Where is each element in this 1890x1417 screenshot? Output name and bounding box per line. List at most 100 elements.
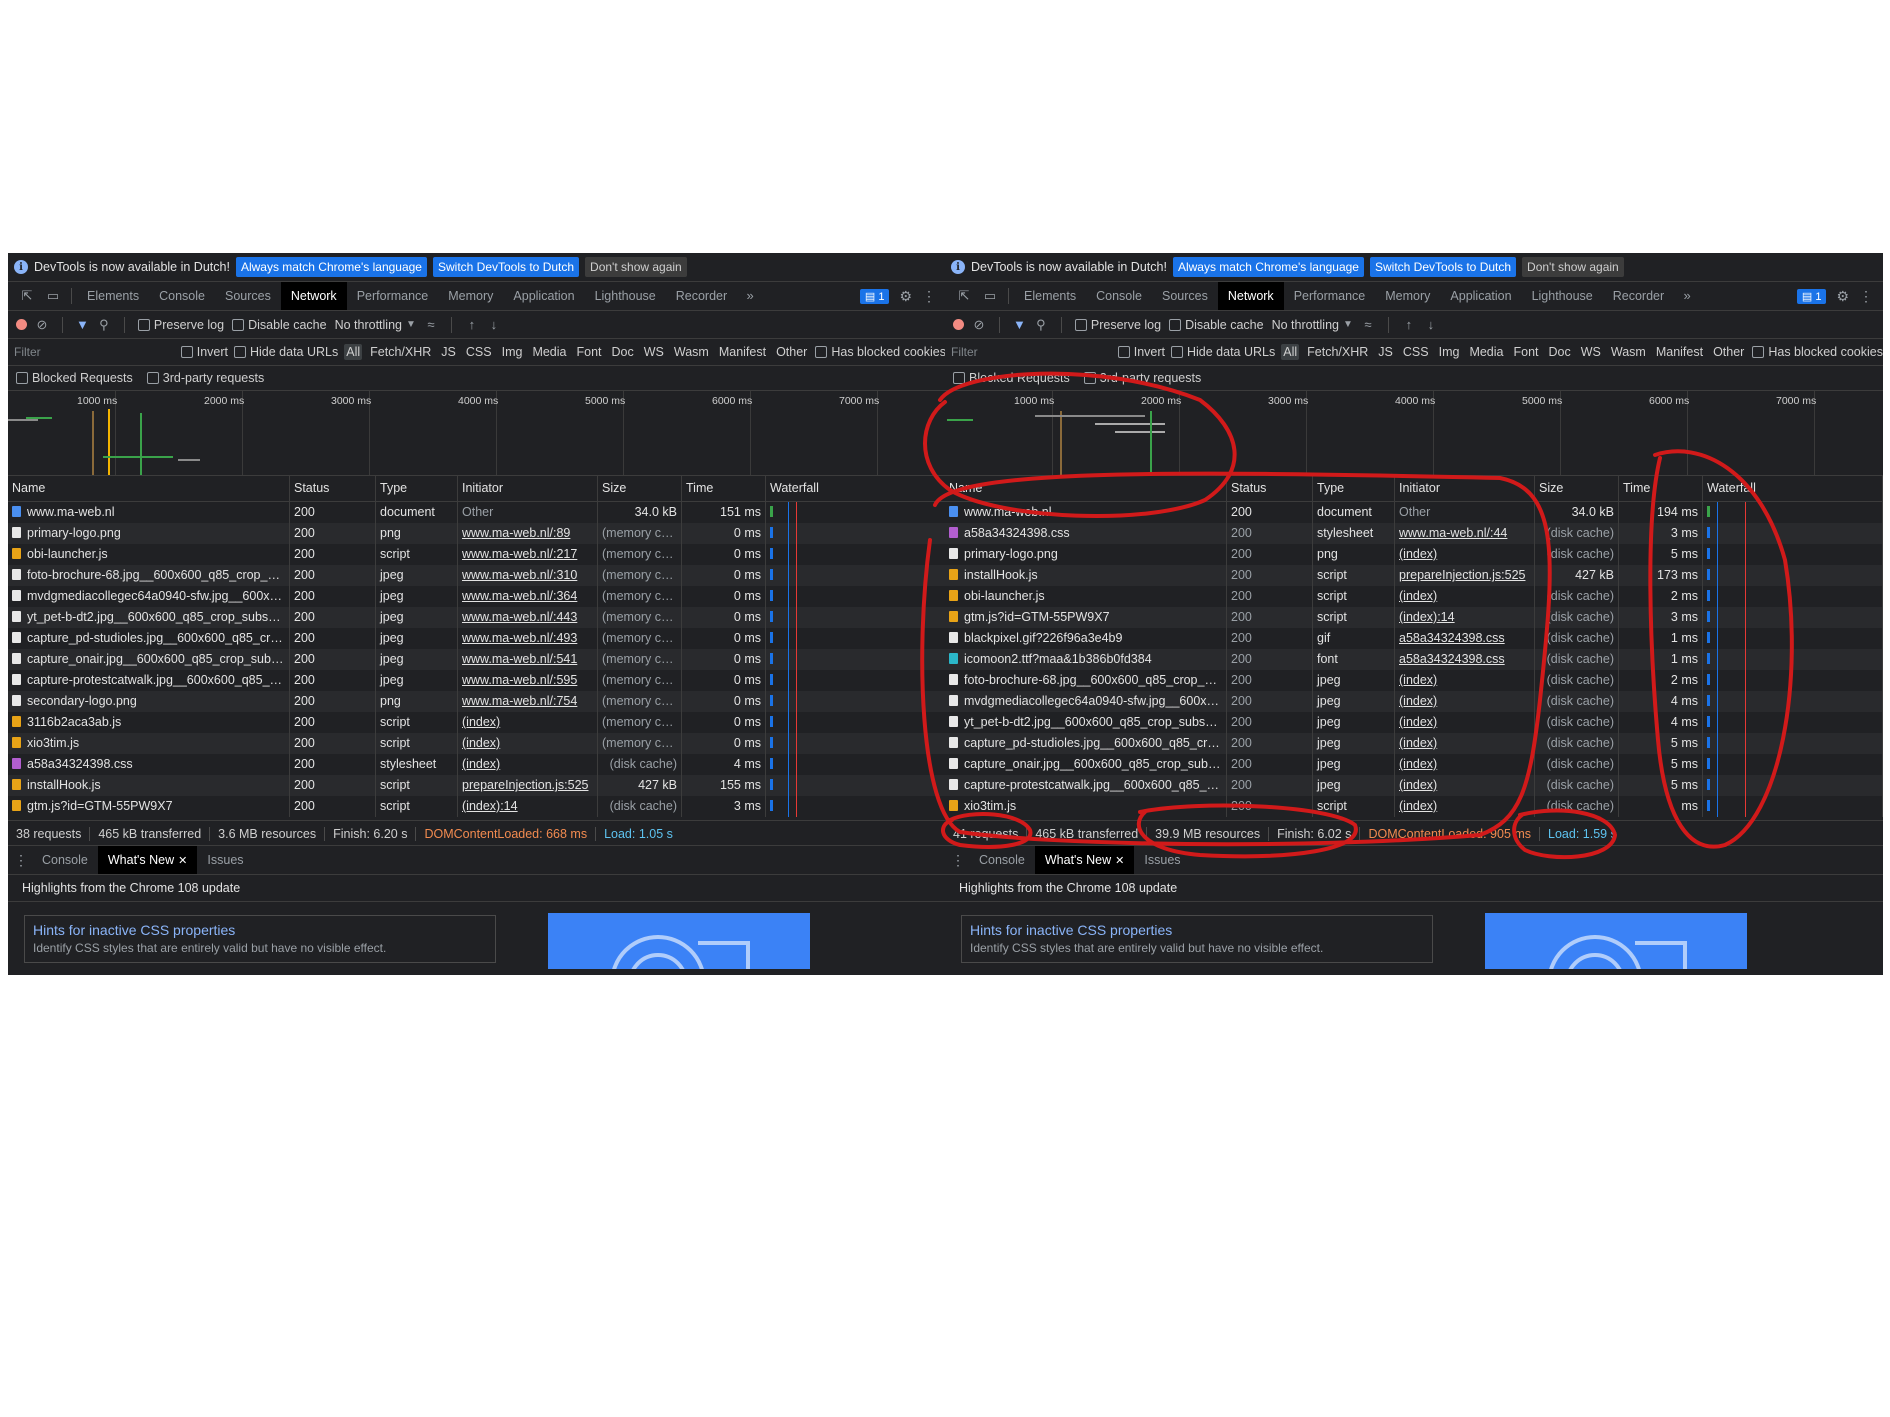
table-row[interactable]: mvdgmediacollegec64a0940-sfw.jpg__600x6.…: [945, 691, 1883, 712]
table-row[interactable]: foto-brochure-68.jpg__600x600_q85_crop_s…: [945, 670, 1883, 691]
blocked-requests-checkbox[interactable]: Blocked Requests: [16, 371, 133, 385]
table-row[interactable]: mvdgmediacollegec64a0940-sfw.jpg__600x6.…: [8, 586, 946, 607]
filter-input[interactable]: Filter: [949, 343, 1112, 361]
tab-sources[interactable]: Sources: [1152, 282, 1218, 310]
cell-initiator[interactable]: a58a34324398.css: [1395, 649, 1535, 670]
cell-initiator[interactable]: www.ma-web.nl/:364: [458, 586, 598, 607]
tab-recorder[interactable]: Recorder: [1603, 282, 1674, 310]
tab-performance[interactable]: Performance: [1284, 282, 1376, 310]
issues-badge[interactable]: ▤ 1: [859, 288, 890, 304]
column-header-time[interactable]: Time: [1619, 476, 1703, 501]
column-header-status[interactable]: Status: [290, 476, 376, 501]
column-header-name[interactable]: Name: [945, 476, 1227, 501]
cell-initiator[interactable]: (index): [1395, 712, 1535, 733]
initiator-link[interactable]: (index): [462, 715, 500, 729]
column-header-initiator[interactable]: Initiator: [1395, 476, 1535, 501]
table-row[interactable]: capture-protestcatwalk.jpg__600x600_q85_…: [8, 670, 946, 691]
close-icon[interactable]: ✕: [1115, 855, 1124, 867]
cell-initiator[interactable]: www.ma-web.nl/:217: [458, 544, 598, 565]
table-row[interactable]: 3116b2aca3ab.js 200 script (index) (memory c…: [8, 712, 946, 733]
type-filter-other[interactable]: Other: [1711, 344, 1746, 360]
table-row[interactable]: a58a34324398.css 200 stylesheet (index) (dis…: [8, 754, 946, 775]
initiator-link[interactable]: prepareInjection.js:525: [462, 778, 588, 792]
gear-icon[interactable]: ⚙: [1836, 288, 1849, 305]
initiator-link[interactable]: (index): [1399, 694, 1437, 708]
initiator-link[interactable]: www.ma-web.nl/:443: [462, 610, 577, 624]
table-row[interactable]: foto-brochure-68.jpg__600x600_q85_crop_s…: [8, 565, 946, 586]
record-icon[interactable]: [953, 319, 964, 330]
initiator-link[interactable]: www.ma-web.nl/:595: [462, 673, 577, 687]
cell-initiator[interactable]: (index):14: [1395, 607, 1535, 628]
initiator-link[interactable]: (index): [1399, 715, 1437, 729]
dont-show-again-button[interactable]: Don't show again: [1522, 257, 1624, 277]
export-har-icon[interactable]: ↓: [487, 317, 501, 332]
export-har-icon[interactable]: ↓: [1424, 317, 1438, 332]
type-filter-img[interactable]: Img: [1437, 344, 1462, 360]
disable-cache-checkbox[interactable]: Disable cache: [232, 318, 327, 332]
cell-initiator[interactable]: www.ma-web.nl/:443: [458, 607, 598, 628]
table-row[interactable]: capture_onair.jpg__600x600_q85_crop_subs…: [8, 649, 946, 670]
tab-memory[interactable]: Memory: [1375, 282, 1440, 310]
drawer-tab-what-s-new[interactable]: What's New ✕: [1034, 846, 1135, 874]
table-row[interactable]: yt_pet-b-dt2.jpg__600x600_q85_crop_subsa…: [8, 607, 946, 628]
drawer-tab-console[interactable]: Console: [32, 846, 98, 874]
third-party-checkbox[interactable]: 3rd-party requests: [146, 371, 264, 385]
table-row[interactable]: primary-logo.png 200 png (index) (disk cache…: [945, 544, 1883, 565]
cell-initiator[interactable]: (index): [1395, 586, 1535, 607]
always-match-language-button[interactable]: Always match Chrome's language: [235, 257, 427, 277]
initiator-link[interactable]: (index): [1399, 673, 1437, 687]
tab-lighthouse[interactable]: Lighthouse: [1522, 282, 1603, 310]
tab-application[interactable]: Application: [503, 282, 584, 310]
initiator-link[interactable]: www.ma-web.nl/:310: [462, 568, 577, 582]
tab-lighthouse[interactable]: Lighthouse: [585, 282, 666, 310]
more-tabs-icon[interactable]: »: [743, 289, 757, 303]
cell-initiator[interactable]: (index): [1395, 544, 1535, 565]
cell-initiator[interactable]: prepareInjection.js:525: [1395, 565, 1535, 586]
type-filter-css[interactable]: CSS: [1401, 344, 1431, 360]
cell-initiator[interactable]: (index):14: [458, 796, 598, 817]
drawer-tab-what-s-new[interactable]: What's New ✕: [97, 846, 198, 874]
type-filter-manifest[interactable]: Manifest: [1654, 344, 1705, 360]
close-icon[interactable]: ✕: [178, 855, 187, 867]
feature-card[interactable]: Hints for inactive CSS properties Identif…: [961, 915, 1433, 963]
hide-data-urls-checkbox[interactable]: Hide data URLs: [1171, 345, 1275, 359]
switch-to-dutch-button[interactable]: Switch DevTools to Dutch: [1369, 257, 1517, 277]
table-row[interactable]: installHook.js 200 script prepareInjection.…: [945, 565, 1883, 586]
type-filter-manifest[interactable]: Manifest: [717, 344, 768, 360]
always-match-language-button[interactable]: Always match Chrome's language: [1172, 257, 1364, 277]
tab-sources[interactable]: Sources: [215, 282, 281, 310]
table-row[interactable]: obi-launcher.js 200 script (index) (disk cac…: [945, 586, 1883, 607]
table-row[interactable]: capture-protestcatwalk.jpg__600x600_q85_…: [945, 775, 1883, 796]
search-icon[interactable]: ⚲: [97, 317, 111, 333]
gear-icon[interactable]: ⚙: [899, 288, 912, 305]
table-row[interactable]: www.ma-web.nl 200 document Other 34.0 kB 151 …: [8, 502, 946, 523]
blocked-requests-checkbox[interactable]: Blocked Requests: [953, 371, 1070, 385]
type-filter-js[interactable]: JS: [1376, 344, 1395, 360]
network-overview[interactable]: 1000 ms 2000 ms 3000 ms 4000 ms 5000 ms 6000 …: [8, 391, 946, 476]
clear-icon[interactable]: ⊘: [972, 317, 986, 333]
type-filter-js[interactable]: JS: [439, 344, 458, 360]
initiator-link[interactable]: www.ma-web.nl/:754: [462, 694, 577, 708]
import-har-icon[interactable]: ↑: [1402, 317, 1416, 332]
cell-initiator[interactable]: (index): [458, 733, 598, 754]
throttling-select[interactable]: No throttling ▼: [1272, 318, 1353, 332]
cell-initiator[interactable]: (index): [1395, 733, 1535, 754]
cell-initiator[interactable]: (index): [458, 754, 598, 775]
type-filter-wasm[interactable]: Wasm: [1609, 344, 1648, 360]
table-row[interactable]: obi-launcher.js 200 script www.ma-web.nl/:2…: [8, 544, 946, 565]
cell-initiator[interactable]: www.ma-web.nl/:754: [458, 691, 598, 712]
type-filter-fetchxhr[interactable]: Fetch/XHR: [1305, 344, 1370, 360]
table-row[interactable]: xio3tim.js 200 script (index) (disk cache) ms: [945, 796, 1883, 817]
cell-initiator[interactable]: prepareInjection.js:525: [458, 775, 598, 796]
initiator-link[interactable]: www.ma-web.nl/:217: [462, 547, 577, 561]
cell-initiator[interactable]: www.ma-web.nl/:541: [458, 649, 598, 670]
kebab-menu-icon[interactable]: ⋮: [922, 288, 936, 305]
inspect-element-icon[interactable]: ⇱: [957, 289, 971, 303]
tab-elements[interactable]: Elements: [1014, 282, 1086, 310]
type-filter-doc[interactable]: Doc: [1547, 344, 1573, 360]
initiator-link[interactable]: a58a34324398.css: [1399, 652, 1505, 666]
feature-card[interactable]: Hints for inactive CSS properties Identif…: [24, 915, 496, 963]
type-filter-font[interactable]: Font: [1511, 344, 1540, 360]
cell-initiator[interactable]: www.ma-web.nl/:595: [458, 670, 598, 691]
card-title[interactable]: Hints for inactive CSS properties: [970, 922, 1424, 938]
